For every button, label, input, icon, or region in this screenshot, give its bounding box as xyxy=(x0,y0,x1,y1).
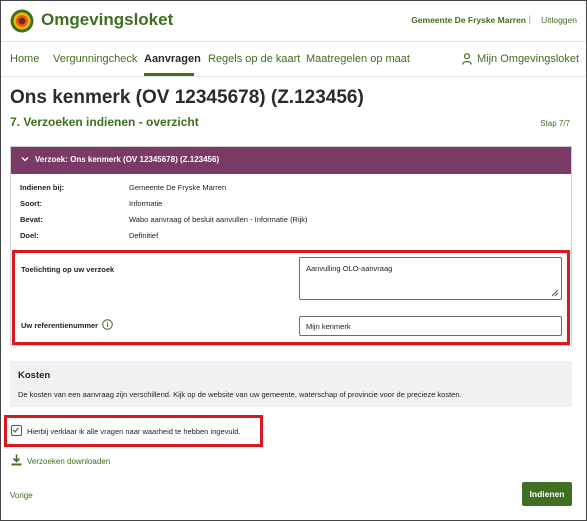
my-account-link[interactable]: Mijn Omgevingsloket xyxy=(477,53,579,65)
nav-home[interactable]: Home xyxy=(10,53,39,65)
reference-label: Uw referentienummer xyxy=(21,321,99,330)
header-separator: | xyxy=(528,14,531,24)
page-title: Ons kenmerk (OV 12345678) (Z.123456) xyxy=(10,87,364,108)
app-name[interactable]: Omgevingsloket xyxy=(41,10,173,30)
explanation-label: Toelichting op uw verzoek xyxy=(21,265,115,274)
type-label: Soort: xyxy=(20,199,43,208)
checkmark-icon xyxy=(12,427,19,433)
logout-link[interactable]: Uitloggen xyxy=(541,15,577,25)
explanation-value: Aanvulling OLO-aanvraag xyxy=(306,264,393,273)
chevron-down-icon xyxy=(21,157,29,162)
submit-to-label: Indienen bij: xyxy=(20,183,65,192)
resize-grip-icon[interactable] xyxy=(549,287,559,297)
download-requests-link[interactable]: Verzoeken downloaden xyxy=(27,457,110,466)
purpose-label: Doel: xyxy=(20,231,39,240)
omgevingsloket-logo-icon[interactable] xyxy=(10,9,34,33)
costs-section: Kosten De kosten van een aanvraag zijn v… xyxy=(10,361,572,407)
reference-input[interactable]: Mijn kenmerk xyxy=(299,316,562,336)
active-tab-indicator xyxy=(144,73,194,76)
declaration-checkbox[interactable] xyxy=(11,425,22,436)
nav-maatregelen-op-maat[interactable]: Maatregelen op maat xyxy=(306,53,410,65)
step-counter: Stap 7/7 xyxy=(540,119,570,128)
purpose-value: Definitief xyxy=(129,231,159,240)
municipality-name: Gemeente De Fryske Marren xyxy=(411,15,526,25)
explanation-textarea[interactable]: Aanvulling OLO-aanvraag xyxy=(299,257,562,300)
request-panel-header[interactable]: Verzoek: Ons kenmerk (OV 12345678) (Z.12… xyxy=(11,147,571,174)
type-value: Informatie xyxy=(129,199,163,208)
previous-link[interactable]: Vorige xyxy=(10,491,33,500)
nav-regels-op-de-kaart[interactable]: Regels op de kaart xyxy=(208,53,300,65)
costs-heading: Kosten xyxy=(18,370,51,381)
info-icon[interactable] xyxy=(102,319,113,330)
download-icon[interactable] xyxy=(11,454,22,466)
nav-aanvragen[interactable]: Aanvragen xyxy=(144,53,201,65)
costs-text: De kosten van een aanvraag zijn verschil… xyxy=(18,390,462,399)
submit-to-value: Gemeente De Fryske Marren xyxy=(129,183,227,192)
step-title: 7. Verzoeken indienen - overzicht xyxy=(10,115,199,129)
main-nav: Home Vergunningcheck Aanvragen Regels op… xyxy=(1,41,586,77)
submit-button[interactable]: Indienen xyxy=(522,482,572,506)
site-header: Omgevingsloket Gemeente De Fryske Marren… xyxy=(1,1,586,41)
reference-value: Mijn kenmerk xyxy=(306,322,351,331)
declaration-label[interactable]: Hierbij verklaar ik alle vragen naar waa… xyxy=(27,427,240,436)
contains-label: Bevat: xyxy=(20,215,43,224)
nav-vergunningcheck[interactable]: Vergunningcheck xyxy=(53,53,137,65)
user-icon xyxy=(462,53,472,65)
contains-value: Wabo aanvraag of besluit aanvullen - Inf… xyxy=(129,215,308,224)
request-panel-title: Verzoek: Ons kenmerk (OV 12345678) (Z.12… xyxy=(35,155,220,164)
